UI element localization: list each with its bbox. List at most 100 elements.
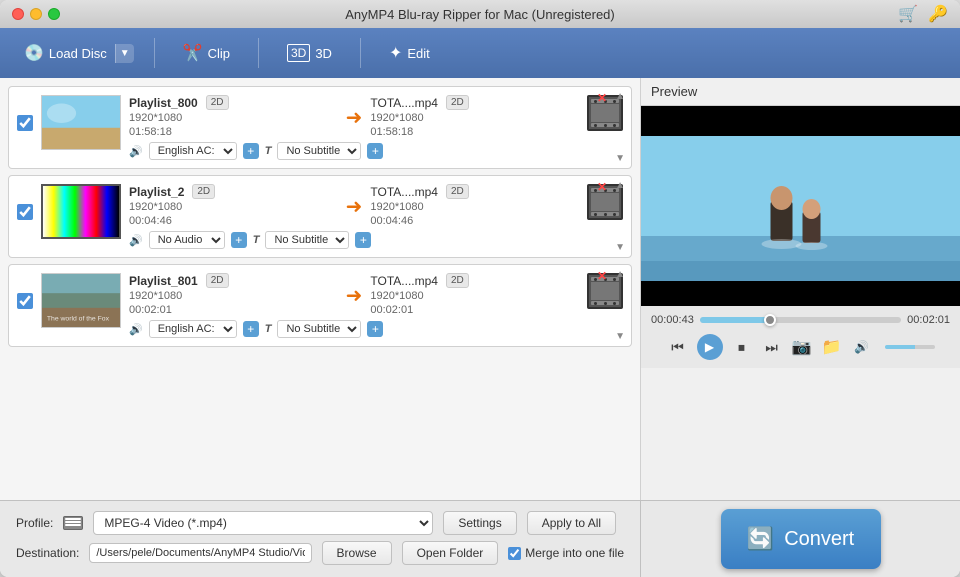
item-1-output-info: TOTA....mp4 2D 1920*1080 01:58:18 — [370, 95, 579, 140]
item-1-output-badge: 2D — [446, 95, 469, 110]
item-1-thumbnail — [41, 95, 121, 150]
item-2-output-badge: 2D — [446, 184, 469, 199]
item-3-sub-t-icon: T — [265, 323, 272, 335]
merge-checkbox[interactable] — [508, 547, 521, 560]
title-bar-icons: 🛒 🔑 — [898, 4, 948, 24]
preview-panel: Preview — [640, 78, 960, 500]
bottom-right: 🔄 Convert — [640, 501, 960, 577]
item-3-sub-add[interactable]: + — [367, 321, 383, 337]
item-3-down[interactable]: ▼ — [615, 331, 625, 342]
item-3-close[interactable]: ✕ — [597, 269, 607, 283]
left-panel: Playlist_800 2D 1920*1080 01:58:18 🔊 — [0, 78, 640, 500]
bottom-panel: Profile: MPEG-4 Video (*.mp4) Settings A… — [0, 500, 960, 577]
item-1-res: 1920*1080 — [129, 112, 182, 124]
settings-button[interactable]: Settings — [443, 511, 516, 535]
progress-fill — [700, 317, 770, 323]
profile-select[interactable]: MPEG-4 Video (*.mp4) — [93, 511, 433, 535]
item-3-res: 1920*1080 — [129, 290, 182, 302]
item-2-close[interactable]: ✕ — [597, 180, 607, 194]
maximize-button[interactable] — [48, 8, 60, 20]
edit-button[interactable]: ✦ Edit — [381, 39, 438, 67]
item-2-audio-add[interactable]: + — [231, 232, 247, 248]
item-2-up[interactable]: ▲ — [615, 180, 625, 191]
item-3-audio-icon: 🔊 — [129, 323, 143, 336]
window-title: AnyMP4 Blu-ray Ripper for Mac (Unregiste… — [345, 7, 614, 22]
main-content: Playlist_800 2D 1920*1080 01:58:18 🔊 — [0, 78, 960, 500]
item-2-down[interactable]: ▼ — [615, 242, 625, 253]
item-2-output-res: 1920*1080 — [370, 201, 423, 213]
item-2-res: 1920*1080 — [129, 201, 182, 213]
skip-to-end-button[interactable]: ⏭ — [761, 336, 783, 358]
three-d-button[interactable]: 3D 3D — [279, 40, 340, 66]
3d-label: 3D — [315, 46, 332, 61]
play-button[interactable]: ▶ — [697, 334, 723, 360]
item-2-sub-add[interactable]: + — [355, 232, 371, 248]
item-1-audio-select[interactable]: English AC: — [149, 142, 237, 160]
item-2-name: Playlist_2 — [129, 185, 184, 199]
volume-icon: 🔊 — [851, 336, 873, 358]
item-1-checkbox[interactable] — [17, 115, 33, 131]
edit-icon: ✦ — [389, 43, 402, 63]
clip-button[interactable]: ✂️ Clip — [175, 39, 238, 67]
item-2-output-info: TOTA....mp4 2D 1920*1080 00:04:46 — [370, 184, 579, 229]
skip-to-start-button[interactable]: ⏮ — [667, 336, 689, 358]
cart-icon[interactable]: 🛒 — [898, 4, 918, 24]
item-2-sub-select[interactable]: No Subtitle — [265, 231, 349, 249]
item-3-output-res: 1920*1080 — [370, 290, 423, 302]
item-3-name: Playlist_801 — [129, 274, 198, 288]
time-end: 00:02:01 — [907, 314, 950, 326]
item-1-info: Playlist_800 2D 1920*1080 01:58:18 🔊 — [129, 95, 338, 160]
playlist-item-1: Playlist_800 2D 1920*1080 01:58:18 🔊 — [8, 86, 632, 169]
item-1-name: Playlist_800 — [129, 96, 198, 110]
key-icon[interactable]: 🔑 — [928, 4, 948, 24]
dest-input[interactable] — [89, 543, 311, 563]
item-1-audio-add[interactable]: + — [243, 143, 259, 159]
item-1-badge-2d: 2D — [206, 95, 229, 110]
open-folder-button[interactable]: Open Folder — [402, 541, 499, 565]
convert-button[interactable]: 🔄 Convert — [721, 509, 881, 569]
item-2-badge-2d: 2D — [192, 184, 215, 199]
load-disc-dropdown[interactable]: ▼ — [115, 44, 134, 63]
3d-icon: 3D — [287, 44, 310, 62]
item-3-sub-select[interactable]: No Subtitle — [277, 320, 361, 338]
profile-label: Profile: — [16, 516, 53, 530]
item-3-output-time: 00:02:01 — [370, 304, 413, 316]
item-3-output-name: TOTA....mp4 — [370, 274, 438, 288]
toolbar: 💿 Load Disc ▼ ✂️ Clip 3D 3D ✦ Edit — [0, 28, 960, 78]
browse-button[interactable]: Browse — [322, 541, 392, 565]
item-3-time: 00:02:01 — [129, 304, 172, 316]
item-1-up[interactable]: ▲ — [615, 91, 625, 102]
dest-row: Destination: Browse Open Folder Merge in… — [16, 541, 624, 565]
minimize-button[interactable] — [30, 8, 42, 20]
item-2-audio-select[interactable]: No Audio — [149, 231, 225, 249]
playlist-item-3: The world of the Fox Playlist_801 2D 192… — [8, 264, 632, 347]
progress-bar[interactable] — [700, 317, 901, 323]
apply-to-all-button[interactable]: Apply to All — [527, 511, 616, 535]
item-3-audio-select[interactable]: English AC: — [149, 320, 237, 338]
item-3-badge-2d: 2D — [206, 273, 229, 288]
clip-label: Clip — [208, 46, 230, 61]
item-1-sub-add[interactable]: + — [367, 143, 383, 159]
folder-button[interactable]: 📁 — [821, 336, 843, 358]
item-3-up[interactable]: ▲ — [615, 269, 625, 280]
volume-slider[interactable] — [885, 345, 935, 349]
playlist-item-2: Playlist_2 2D 1920*1080 00:04:46 🔊 — [8, 175, 632, 258]
item-1-sub-select[interactable]: No Subtitle — [277, 142, 361, 160]
close-button[interactable] — [12, 8, 24, 20]
item-2-checkbox[interactable] — [17, 204, 33, 220]
item-2-arrow: ➜ — [346, 194, 363, 219]
stop-button[interactable]: ⏹ — [731, 336, 753, 358]
profile-row: Profile: MPEG-4 Video (*.mp4) Settings A… — [16, 511, 624, 535]
snapshot-button[interactable]: 📷 — [791, 336, 813, 358]
toolbar-divider-1 — [154, 38, 155, 68]
item-1-down[interactable]: ▼ — [615, 153, 625, 164]
item-3-arrow: ➜ — [346, 283, 363, 308]
item-1-close[interactable]: ✕ — [597, 91, 607, 105]
item-3-audio-add[interactable]: + — [243, 321, 259, 337]
toolbar-divider-2 — [258, 38, 259, 68]
item-1-time: 01:58:18 — [129, 126, 172, 138]
title-bar: AnyMP4 Blu-ray Ripper for Mac (Unregiste… — [0, 0, 960, 28]
load-disc-button[interactable]: 💿 Load Disc — [16, 39, 115, 67]
item-3-checkbox[interactable] — [17, 293, 33, 309]
item-1-output-name: TOTA....mp4 — [370, 96, 438, 110]
